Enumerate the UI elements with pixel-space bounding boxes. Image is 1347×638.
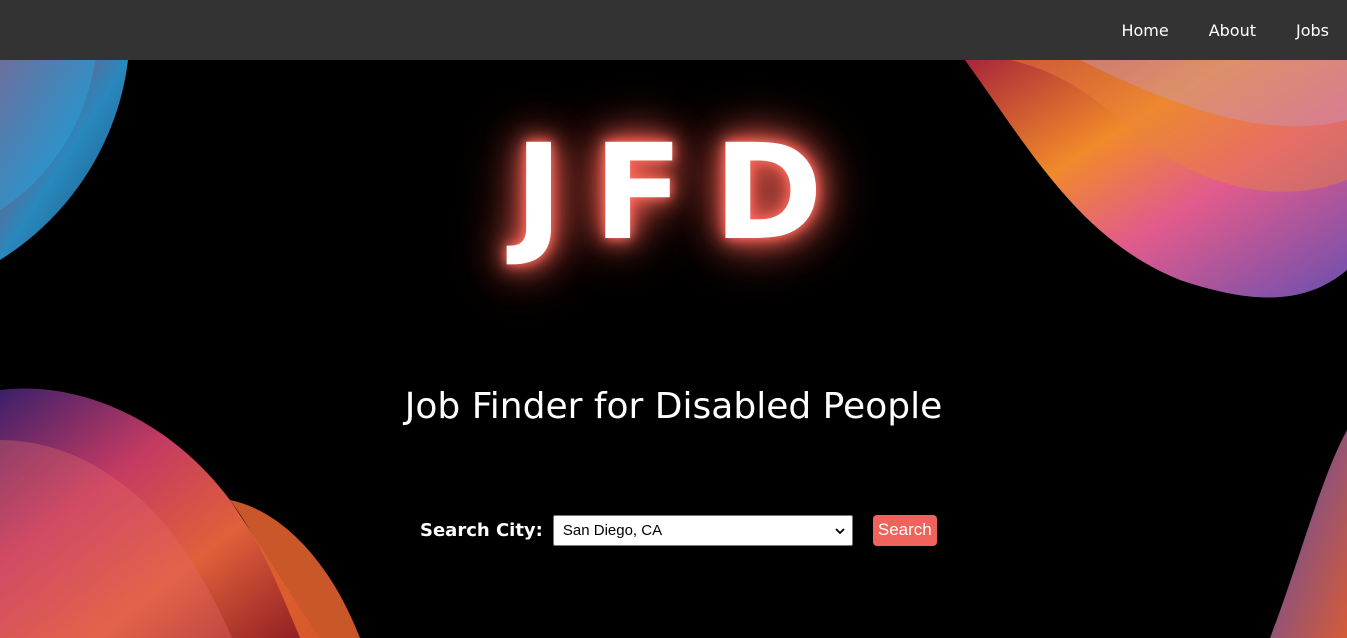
search-form: Search City: San Diego, CA Search <box>420 514 937 546</box>
logo-heading: JFD <box>514 116 853 270</box>
search-button[interactable]: Search <box>872 514 937 546</box>
page-subtitle: Job Finder for Disabled People <box>404 386 943 427</box>
navbar: Home About Jobs <box>0 0 1347 60</box>
nav-links: Home About Jobs <box>1121 0 1329 60</box>
chevron-down-icon <box>834 524 846 536</box>
city-select-value: San Diego, CA <box>562 521 663 539</box>
nav-link-home[interactable]: Home <box>1121 21 1168 40</box>
nav-link-jobs[interactable]: Jobs <box>1296 21 1329 40</box>
nav-link-about[interactable]: About <box>1209 21 1256 40</box>
city-select[interactable]: San Diego, CA <box>552 514 853 546</box>
hero-section: JFD Job Finder for Disabled People Searc… <box>0 60 1347 638</box>
search-city-label: Search City: <box>420 519 543 541</box>
